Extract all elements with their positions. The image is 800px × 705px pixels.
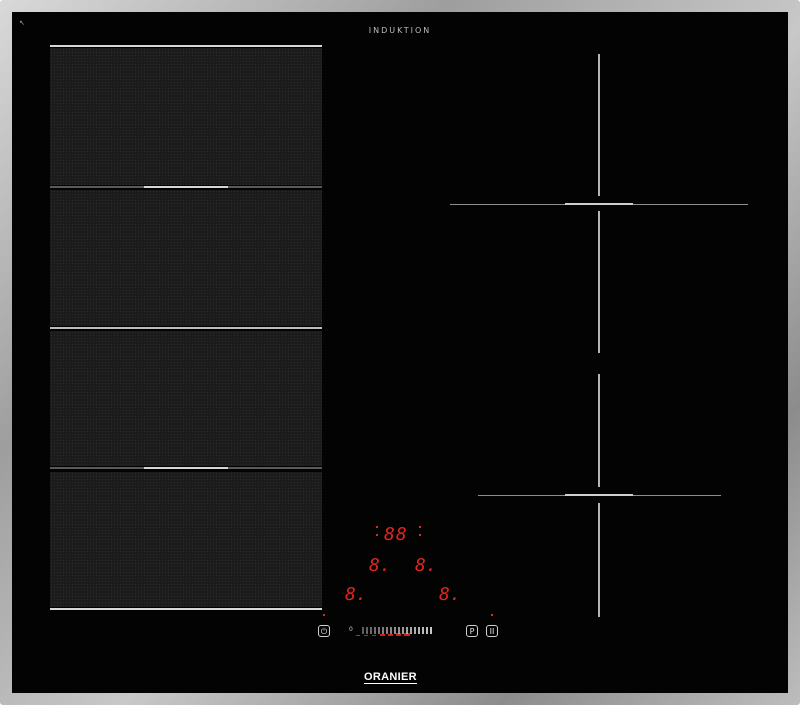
slider-level-bar: [372, 635, 376, 636]
stainless-steel-frame: ↖ INDUKTION 88 8. 8. 8. 8. 0 ⏻ P II ORAN…: [0, 0, 800, 705]
power-indicator-dot: [323, 614, 325, 616]
slider-scale-tick: [410, 627, 412, 634]
flex-zone-2[interactable]: [50, 190, 322, 326]
front-left-power-display[interactable]: 8.: [345, 586, 367, 604]
slider-scale-tick: [406, 627, 408, 634]
pause-button[interactable]: II: [486, 625, 498, 637]
front-right-power-display[interactable]: 8.: [439, 586, 461, 604]
front-right-zone-marker-bottom[interactable]: [598, 503, 600, 617]
flex-zone-divider-3-center: [144, 467, 228, 469]
slider-scale-tick: [402, 627, 404, 634]
flex-zone-3[interactable]: [50, 331, 322, 466]
slider-min-label: 0: [349, 626, 353, 633]
slider-scale-tick: [374, 627, 376, 634]
flex-zone-divider-1-center: [144, 186, 228, 188]
pause-icon: II: [489, 627, 495, 636]
slider-scale-tick: [390, 627, 392, 634]
flex-zone-4[interactable]: [50, 472, 322, 607]
rear-right-zone-marker-top[interactable]: [598, 54, 600, 196]
flex-zone-divider-2: [50, 327, 322, 329]
rear-right-zone-marker-bottom[interactable]: [598, 211, 600, 353]
boost-label: P: [469, 627, 475, 636]
oranier-logo: ORANIER: [364, 671, 417, 684]
slider-scale-tick: [418, 627, 420, 634]
slider-scale-tick: [430, 627, 432, 634]
slider-scale-tick: [386, 627, 388, 634]
flex-zone-top-line: [50, 45, 322, 47]
ceramic-glass-surface: ↖ INDUKTION 88 8. 8. 8. 8. 0 ⏻ P II ORAN…: [12, 12, 788, 693]
timer-display[interactable]: 88: [384, 526, 408, 544]
timer-indicator-dot: [419, 534, 421, 536]
timer-indicator-dot: [376, 534, 378, 536]
slider-scale-tick: [426, 627, 428, 634]
flex-zone-bottom-line: [50, 608, 322, 610]
slider-scale-tick: [370, 627, 372, 634]
rear-left-power-display[interactable]: 8.: [369, 557, 391, 575]
slider-scale-tick: [362, 627, 364, 634]
power-button[interactable]: ⏻: [318, 625, 330, 637]
front-right-zone-marker-center: [565, 494, 633, 496]
timer-indicator-dot: [376, 526, 378, 528]
pause-indicator-dot: [491, 614, 493, 616]
slider-scale-tick: [366, 627, 368, 634]
slider-scale-tick: [394, 627, 396, 634]
slider-level-bar: [364, 635, 368, 636]
slider-level-bar: [388, 634, 393, 636]
slider-level-bar: [380, 634, 385, 636]
rear-right-zone-marker-center: [565, 203, 633, 205]
boost-button[interactable]: P: [466, 625, 478, 637]
power-icon: ⏻: [320, 627, 328, 636]
slider-level-bar: [356, 635, 360, 636]
flex-zone-1[interactable]: [50, 48, 322, 185]
slider-scale-tick: [378, 627, 380, 634]
slider-scale-tick: [398, 627, 400, 634]
slider-scale-tick: [422, 627, 424, 634]
induktion-label: INDUKTION: [368, 26, 432, 35]
slider-scale-tick: [382, 627, 384, 634]
front-right-zone-marker-top[interactable]: [598, 374, 600, 487]
rear-right-power-display[interactable]: 8.: [415, 557, 437, 575]
timer-indicator-dot: [419, 526, 421, 528]
slider-scale-tick: [414, 627, 416, 634]
